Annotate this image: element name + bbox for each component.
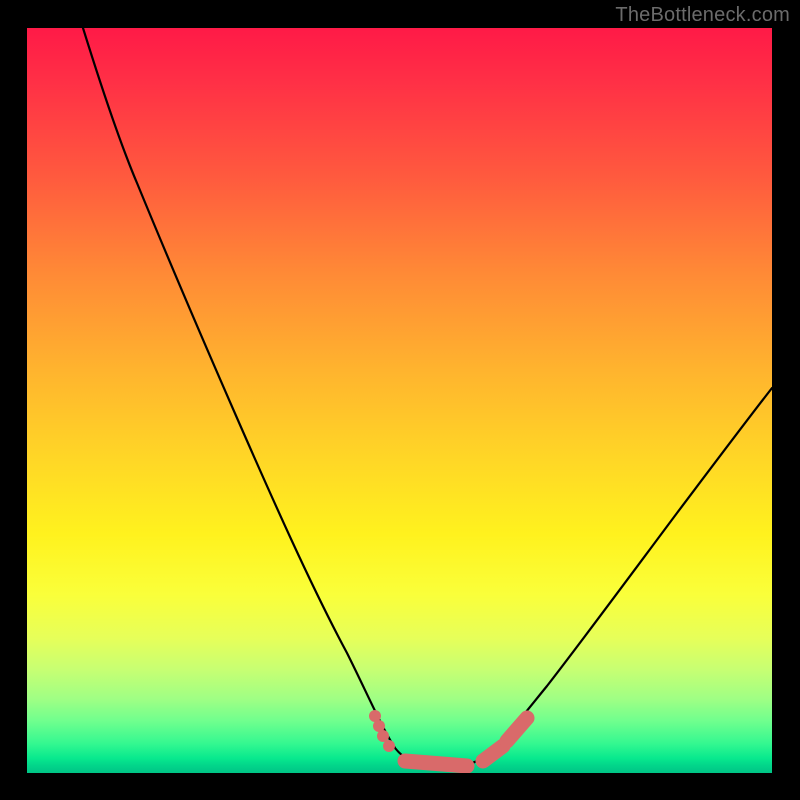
stage: TheBottleneck.com bbox=[0, 0, 800, 800]
chart-svg bbox=[27, 28, 772, 773]
curve-marker-bar bbox=[405, 761, 467, 766]
highlight-markers bbox=[369, 710, 527, 766]
curve-marker-bar bbox=[483, 746, 503, 761]
curve-marker-bar bbox=[507, 718, 527, 741]
plot-area bbox=[27, 28, 772, 773]
curve-marker-dot bbox=[383, 740, 395, 752]
bottleneck-curve bbox=[83, 28, 772, 767]
curve-marker-dot bbox=[377, 730, 389, 742]
watermark-text: TheBottleneck.com bbox=[615, 4, 790, 27]
